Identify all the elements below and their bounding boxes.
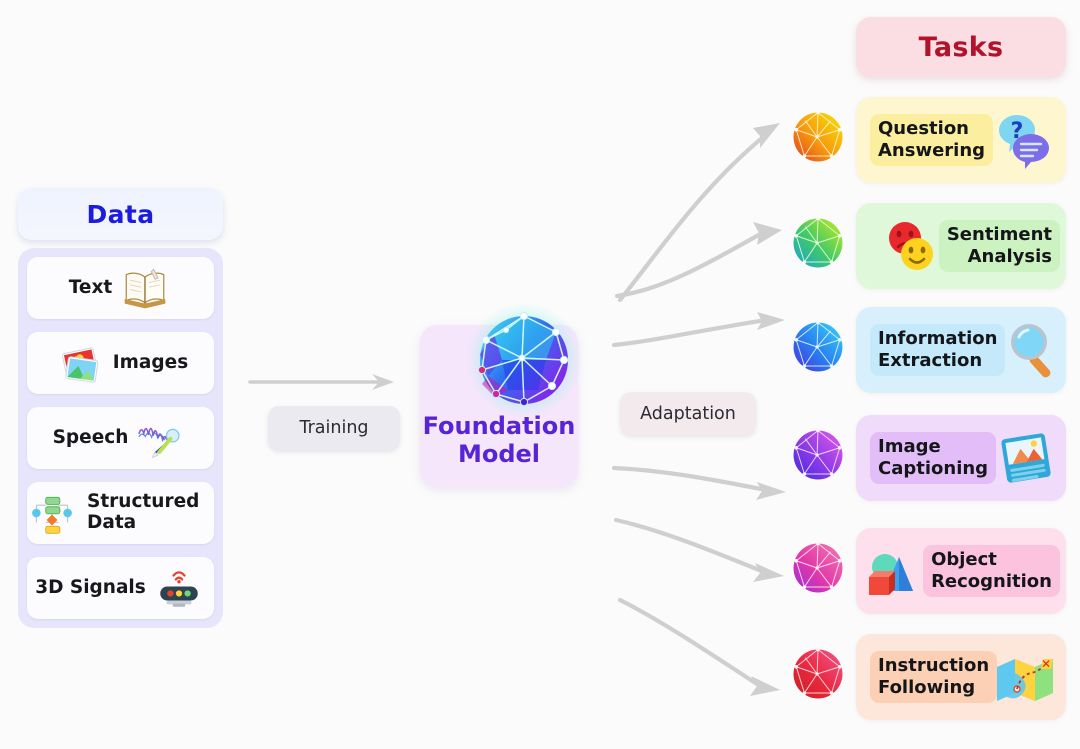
task-card-sentiment-analysis[interactable]: Sentiment Analysis — [856, 203, 1066, 289]
training-label: Training — [268, 406, 400, 450]
svg-text:✕: ✕ — [1041, 657, 1051, 671]
data-item-text[interactable]: Text — [27, 257, 214, 319]
data-item-label: 3D Signals — [35, 576, 146, 598]
folded-map-icon: ✕ — [993, 645, 1057, 709]
data-item-speech[interactable]: Speech — [27, 407, 214, 469]
data-item-label: Text — [68, 276, 113, 298]
task-sphere-instruction-following — [789, 645, 847, 703]
data-header: Data — [18, 188, 223, 240]
tasks-header: Tasks — [856, 17, 1066, 77]
picture-frame-icon — [994, 426, 1058, 490]
task-card-object-recognition[interactable]: Object Recognition — [856, 528, 1066, 614]
data-panel: Text Images Speech Structured Data 3D Si… — [18, 248, 223, 628]
task-label: Question Answering — [870, 114, 994, 166]
task-sphere-question-answering — [789, 108, 847, 166]
lidar-sensor-icon — [152, 563, 206, 613]
tasks-title: Tasks — [918, 31, 1004, 63]
task-sphere-information-extraction — [789, 318, 847, 376]
task-sphere-sentiment-analysis — [789, 214, 847, 272]
task-label: Instruction Following — [870, 651, 998, 703]
task-card-question-answering[interactable]: Question Answering ? — [856, 97, 1066, 183]
microphone-waveform-icon — [134, 413, 188, 463]
open-book-icon — [118, 263, 172, 313]
sad-happy-faces-icon — [879, 214, 943, 278]
foundation-model-label-line2: Model — [457, 439, 541, 468]
task-label: Information Extraction — [870, 324, 1006, 376]
adaptation-label-text: Adaptation — [640, 403, 736, 424]
flowchart-icon — [27, 488, 81, 538]
foundation-model-label: Foundation Model — [420, 412, 578, 469]
data-item-label: Structured Data — [87, 491, 200, 533]
magnifying-glass-icon — [1001, 318, 1065, 382]
data-item-structured-data[interactable]: Structured Data — [27, 482, 214, 544]
3d-shapes-icon — [859, 539, 923, 603]
task-card-image-captioning[interactable]: Image Captioning — [856, 415, 1066, 501]
photos-icon — [53, 338, 107, 388]
task-label: Object Recognition — [923, 545, 1060, 597]
task-card-information-extraction[interactable]: Information Extraction — [856, 307, 1066, 393]
data-item-label: Images — [112, 351, 189, 373]
task-label: Image Captioning — [870, 432, 997, 484]
training-arrow — [248, 372, 398, 392]
task-sphere-image-captioning — [789, 426, 847, 484]
adaptation-label: Adaptation — [620, 392, 756, 435]
training-label-text: Training — [299, 418, 369, 438]
task-label: Sentiment Analysis — [938, 220, 1060, 272]
foundation-model-sphere-icon — [460, 298, 588, 426]
data-title: Data — [86, 199, 155, 229]
task-card-instruction-following[interactable]: Instruction Following ✕ — [856, 634, 1066, 720]
foundation-model-label-line1: Foundation — [422, 412, 576, 440]
data-item-label: Speech — [52, 426, 129, 448]
data-item-images[interactable]: Images — [27, 332, 214, 394]
data-item-3d-signals[interactable]: 3D Signals — [27, 557, 214, 619]
diagram-canvas: Data Text Images Speech Structured Data … — [0, 0, 1080, 749]
chat-bubbles-question-icon: ? — [987, 108, 1051, 172]
task-sphere-object-recognition — [789, 539, 847, 597]
